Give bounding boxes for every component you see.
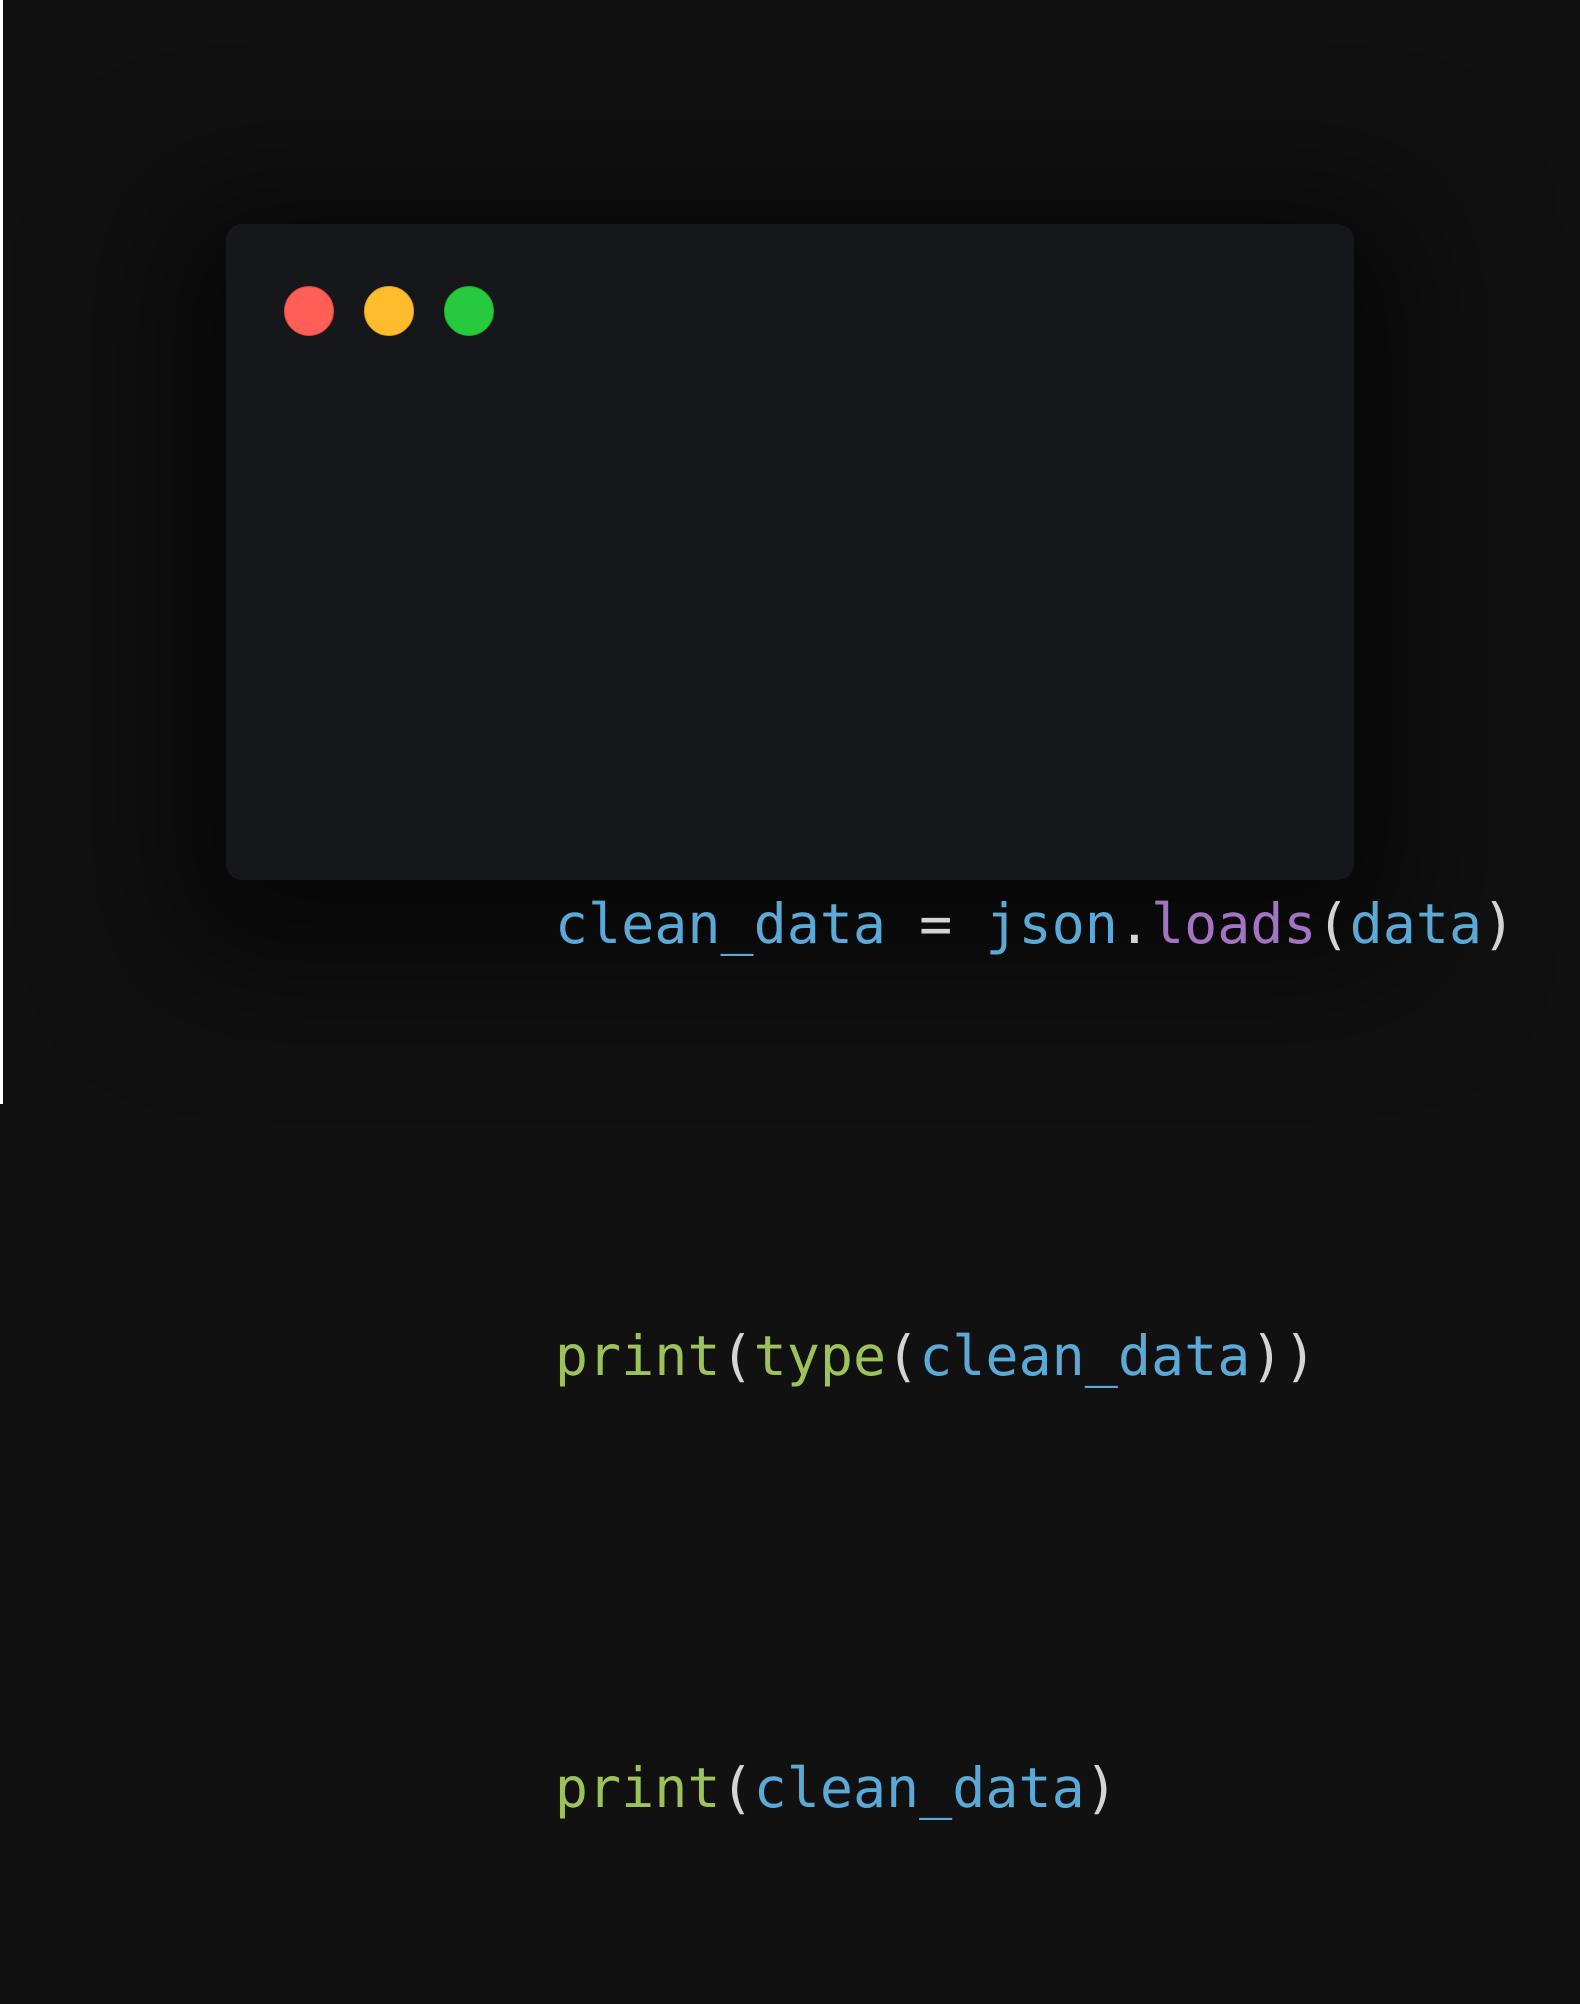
token-operator: =	[886, 892, 986, 956]
token-variable: clean_data	[753, 1756, 1085, 1820]
window-controls	[284, 286, 494, 336]
token-module: json	[985, 892, 1118, 956]
token-builtin: type	[753, 1324, 887, 1388]
left-edge-strip	[0, 0, 3, 1104]
token-paren-open: (	[886, 1324, 920, 1388]
token-paren-close: ))	[1250, 1324, 1317, 1388]
close-dot-icon[interactable]	[284, 286, 334, 336]
token-builtin: print	[554, 1756, 721, 1820]
token-argument: data	[1349, 892, 1483, 956]
token-paren-open: (	[720, 1756, 754, 1820]
code-line-1: clean_data = json.loads(data)	[290, 708, 1515, 956]
token-paren-open: (	[1316, 892, 1350, 956]
canvas-background: clean_data = json.loads(data) print(type…	[0, 0, 1580, 1820]
code-block: clean_data = json.loads(data) print(type…	[290, 420, 1515, 2004]
token-dot: .	[1117, 892, 1151, 956]
token-paren-close: )	[1482, 892, 1516, 956]
token-builtin: print	[554, 1324, 721, 1388]
code-line-2: print(type(clean_data))	[290, 1140, 1515, 1388]
token-paren-close: )	[1084, 1756, 1118, 1820]
minimize-dot-icon[interactable]	[364, 286, 414, 336]
code-window: clean_data = json.loads(data) print(type…	[226, 224, 1515, 1820]
token-variable: clean_data	[554, 892, 887, 956]
maximize-dot-icon[interactable]	[444, 286, 494, 336]
token-method: loads	[1150, 892, 1317, 956]
code-line-3: print(clean_data)	[290, 1572, 1515, 1820]
token-paren-open: (	[720, 1324, 754, 1388]
token-variable: clean_data	[919, 1324, 1251, 1388]
